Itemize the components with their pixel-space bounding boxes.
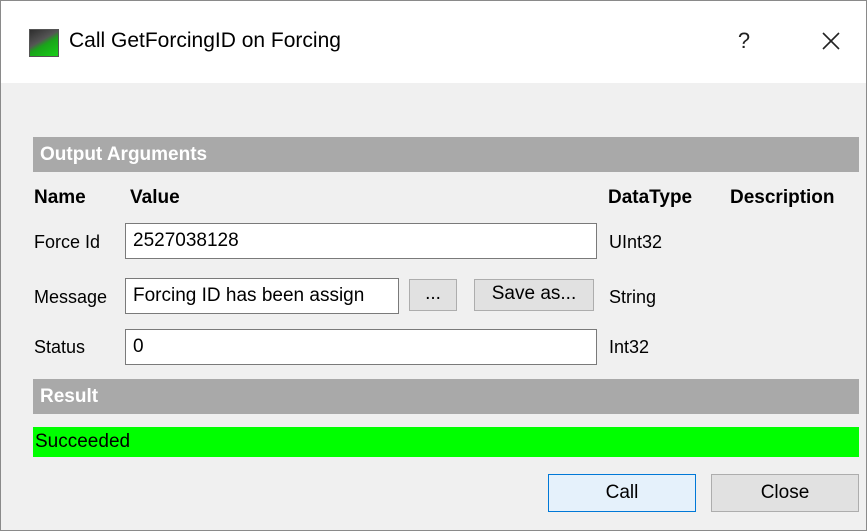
message-field[interactable]: Forcing ID has been assign (125, 278, 399, 314)
window-title: Call GetForcingID on Forcing (69, 29, 341, 52)
title-bar: Call GetForcingID on Forcing ? (1, 1, 866, 83)
column-datatype: DataType (608, 187, 693, 208)
result-status-bar: Succeeded (33, 427, 859, 457)
column-name: Name (34, 187, 86, 208)
status-datatype: Int32 (609, 337, 650, 357)
close-icon[interactable] (811, 21, 851, 61)
message-label: Message (34, 287, 108, 307)
help-button[interactable]: ? (726, 21, 762, 61)
force-id-label: Force Id (34, 232, 101, 252)
call-button[interactable]: Call (548, 474, 696, 512)
status-field[interactable]: 0 (125, 329, 597, 365)
result-header: Result (33, 379, 859, 414)
force-id-datatype: UInt32 (609, 232, 663, 252)
force-id-field[interactable]: 2527038128 (125, 223, 597, 259)
save-as-button[interactable]: Save as... (474, 279, 594, 311)
dialog-window: Call GetForcingID on Forcing ? Output Ar… (0, 0, 867, 531)
app-icon (29, 29, 59, 57)
message-datatype: String (609, 287, 657, 307)
ellipsis-button[interactable]: ... (409, 279, 457, 311)
column-value: Value (130, 187, 180, 208)
output-arguments-header: Output Arguments (33, 137, 859, 172)
status-label: Status (34, 337, 86, 357)
close-button[interactable]: Close (711, 474, 859, 512)
column-description: Description (730, 187, 835, 208)
